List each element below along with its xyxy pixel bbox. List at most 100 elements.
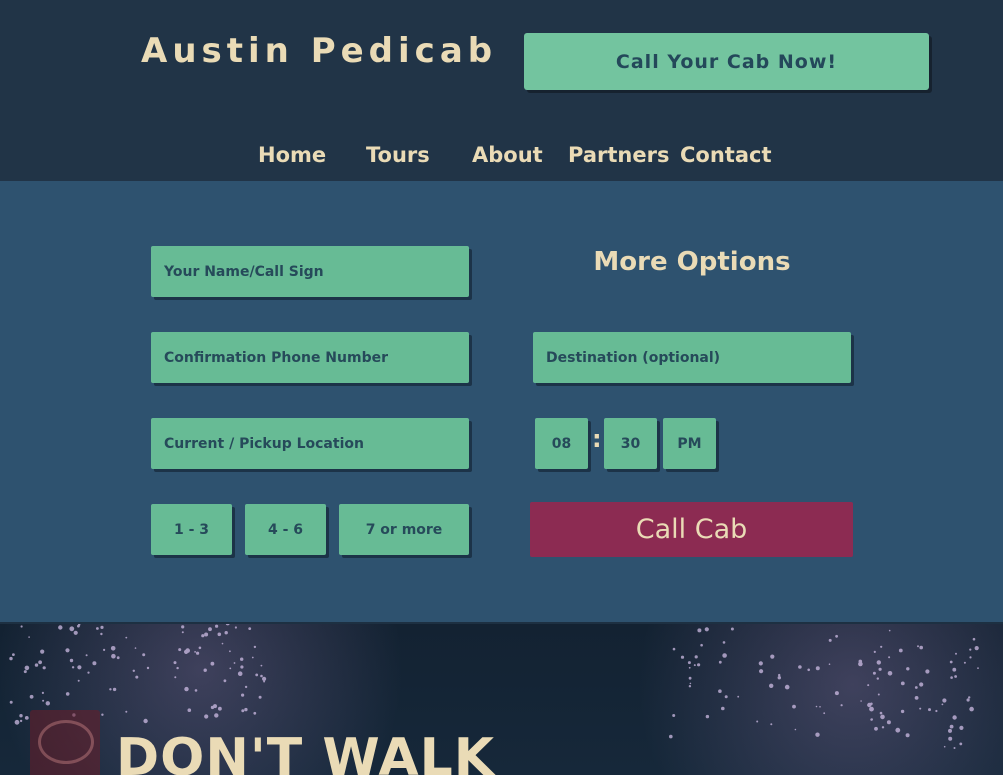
light-dot xyxy=(953,747,956,749)
light-dot xyxy=(24,665,30,671)
light-dot xyxy=(718,660,722,664)
light-dot xyxy=(135,675,139,679)
nav-tours[interactable]: Tours xyxy=(366,143,430,167)
light-dot xyxy=(77,679,80,682)
light-dot xyxy=(20,625,23,628)
light-dot xyxy=(672,714,676,717)
light-dot xyxy=(815,732,820,737)
light-dot xyxy=(42,666,46,670)
light-dot xyxy=(65,648,70,653)
light-dot xyxy=(111,653,116,659)
light-dot xyxy=(92,661,97,666)
light-dot xyxy=(224,631,228,635)
light-dot xyxy=(262,676,267,681)
light-dot xyxy=(233,662,236,664)
light-dot xyxy=(217,632,222,637)
light-dot xyxy=(828,663,831,665)
light-dot xyxy=(204,632,209,637)
party-size-4-6-button[interactable]: 4 - 6 xyxy=(245,504,326,555)
nav-home[interactable]: Home xyxy=(258,143,326,167)
light-dot xyxy=(688,666,691,669)
light-dot xyxy=(69,626,75,632)
call-cab-button[interactable]: Call Cab xyxy=(530,502,853,557)
light-dot xyxy=(19,719,23,723)
light-dot xyxy=(880,714,885,720)
light-dot xyxy=(181,625,185,629)
light-dot xyxy=(815,666,820,671)
light-dot xyxy=(689,682,692,685)
destination-input[interactable] xyxy=(533,332,851,383)
light-dot xyxy=(949,660,953,664)
nav-partners[interactable]: Partners xyxy=(568,143,669,167)
booking-panel: 1 - 3 4 - 6 7 or more More Options 08 : … xyxy=(0,181,1003,624)
light-dot xyxy=(680,655,685,659)
light-dot xyxy=(886,720,891,725)
light-dot xyxy=(887,671,893,676)
hero-banner: DON'T WALK xyxy=(0,624,1003,775)
call-your-cab-now-button[interactable]: Call Your Cab Now! xyxy=(524,33,929,90)
light-dot xyxy=(770,654,775,659)
light-dot xyxy=(700,643,703,647)
light-dot xyxy=(240,665,244,669)
light-dot xyxy=(112,687,117,692)
light-dot xyxy=(260,664,263,667)
light-dot xyxy=(125,636,128,639)
light-dot xyxy=(705,714,710,719)
light-dot xyxy=(704,627,709,632)
light-dot xyxy=(142,653,146,657)
light-dot xyxy=(867,684,870,687)
light-dot xyxy=(828,638,832,642)
light-dot xyxy=(870,702,873,706)
name-input[interactable] xyxy=(151,246,469,297)
light-dot xyxy=(758,661,763,666)
light-dot xyxy=(45,701,50,706)
light-dot xyxy=(917,645,919,648)
light-dot xyxy=(697,628,702,633)
light-dot xyxy=(208,627,212,632)
light-dot xyxy=(888,629,891,632)
light-dot xyxy=(969,648,972,651)
light-dot xyxy=(948,728,952,733)
light-dot xyxy=(942,698,947,703)
minute-select[interactable]: 30 xyxy=(604,418,657,469)
light-dot xyxy=(12,653,15,656)
light-dot xyxy=(194,651,197,653)
light-dot xyxy=(906,667,910,671)
nav-contact[interactable]: Contact xyxy=(680,143,772,167)
light-dot xyxy=(959,725,964,730)
am-pm-select[interactable]: PM xyxy=(663,418,716,469)
light-dot xyxy=(218,706,222,711)
light-dot xyxy=(241,693,245,697)
light-dot xyxy=(969,656,972,659)
light-dot xyxy=(42,699,45,702)
party-size-7-plus-button[interactable]: 7 or more xyxy=(339,504,469,555)
light-dot xyxy=(955,652,957,655)
more-options-heading: More Options xyxy=(593,247,791,277)
party-size-1-3-button[interactable]: 1 - 3 xyxy=(151,504,232,555)
light-dot xyxy=(669,734,673,739)
hour-select[interactable]: 08 xyxy=(535,418,588,469)
light-dot xyxy=(858,661,863,667)
light-dot xyxy=(778,673,781,677)
light-dot xyxy=(900,681,905,686)
street-sign-image xyxy=(30,710,100,775)
light-dot xyxy=(959,742,963,746)
light-dot xyxy=(819,706,821,708)
light-dot xyxy=(972,637,976,641)
light-dot xyxy=(759,669,764,674)
light-dot xyxy=(210,705,215,710)
phone-input[interactable] xyxy=(151,332,469,383)
light-dot xyxy=(201,634,205,638)
brand-logo[interactable]: Austin Pedicab xyxy=(141,31,497,71)
light-dot xyxy=(798,665,802,669)
light-dot xyxy=(101,713,104,716)
nav-about[interactable]: About xyxy=(472,143,543,167)
light-dot xyxy=(952,667,957,672)
pickup-location-input[interactable] xyxy=(151,418,469,469)
light-dot xyxy=(879,711,883,715)
light-dot xyxy=(860,700,862,702)
light-dot xyxy=(41,691,45,694)
light-dot xyxy=(176,666,179,670)
light-dot xyxy=(718,689,722,693)
light-dot xyxy=(223,679,227,683)
